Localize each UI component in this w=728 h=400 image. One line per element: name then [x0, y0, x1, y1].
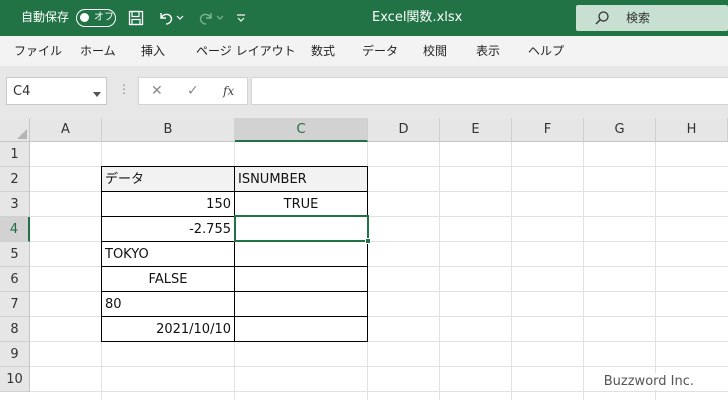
tab-formulas[interactable]: 数式 — [311, 43, 335, 59]
row-header-2[interactable]: 2 — [0, 167, 30, 192]
tab-review[interactable]: 校閲 — [423, 43, 447, 59]
search-placeholder: 検索 — [626, 11, 651, 25]
customize-toolbar-icon[interactable] — [234, 8, 248, 28]
name-box[interactable]: C4 — [6, 77, 107, 105]
gridline — [583, 142, 584, 400]
cell-b7[interactable]: 80 — [102, 292, 234, 317]
cell-b6[interactable]: FALSE — [102, 267, 234, 292]
row-header-9[interactable]: 9 — [0, 342, 30, 367]
table-border — [101, 316, 368, 317]
title-bar: 自動保存 オフ Excel関数.xlsx 検索 — [0, 0, 728, 36]
insert-function-button[interactable]: fx — [223, 83, 234, 99]
row-header-3[interactable]: 3 — [0, 192, 30, 217]
row-header-8[interactable]: 8 — [0, 317, 30, 342]
search-box[interactable]: 検索 — [576, 5, 728, 31]
gridline — [655, 142, 656, 400]
name-box-value: C4 — [13, 84, 31, 99]
autosave-label: 自動保存 — [21, 10, 70, 24]
redo-dropdown-icon[interactable] — [214, 8, 226, 28]
gridline — [439, 142, 440, 400]
formula-bar: C4 ⋮ ✕ ✓ fx — [0, 66, 728, 118]
search-icon — [594, 10, 610, 30]
formula-buttons: ✕ ✓ fx — [138, 77, 248, 105]
gridline — [30, 366, 728, 367]
formula-input[interactable] — [251, 77, 728, 105]
table-border — [101, 266, 368, 267]
cell-b2[interactable]: データ — [102, 167, 234, 192]
select-all-button[interactable] — [0, 118, 30, 142]
tab-file[interactable]: ファイル — [14, 43, 62, 59]
toggle-knob — [80, 13, 89, 22]
enter-check-icon[interactable]: ✓ — [187, 83, 199, 99]
column-header-h[interactable]: H — [656, 118, 728, 142]
fill-handle[interactable] — [365, 238, 371, 244]
row-header-5[interactable]: 5 — [0, 242, 30, 267]
tab-insert[interactable]: 挿入 — [141, 43, 165, 59]
cell-b3[interactable]: 150 — [102, 192, 234, 217]
watermark: Buzzword Inc. — [599, 373, 698, 390]
cell-b4[interactable]: -2.755 — [102, 217, 234, 242]
document-title: Excel関数.xlsx — [372, 10, 463, 25]
column-header-e[interactable]: E — [440, 118, 512, 142]
cell-b5[interactable]: TOKYO — [102, 242, 234, 267]
row-header-4[interactable]: 4 — [0, 217, 30, 242]
table-border — [101, 291, 368, 292]
tab-help[interactable]: ヘルプ — [528, 43, 564, 59]
column-header-f[interactable]: F — [512, 118, 584, 142]
row-header-6[interactable]: 6 — [0, 267, 30, 292]
ribbon-tabs: ファイル ホーム 挿入 ページ レイアウト 数式 データ 校閲 表示 ヘルプ — [0, 36, 728, 66]
cell-c3[interactable]: TRUE — [235, 192, 367, 217]
gridline — [30, 391, 728, 392]
vertical-dots-icon: ⋮ — [118, 82, 130, 96]
column-header-b[interactable]: B — [102, 118, 235, 142]
undo-icon[interactable] — [156, 8, 176, 28]
cell-b8[interactable]: 2021/10/10 — [102, 317, 234, 342]
tab-page-layout[interactable]: ページ レイアウト — [196, 43, 296, 59]
row-header-7[interactable]: 7 — [0, 292, 30, 317]
tab-home[interactable]: ホーム — [80, 43, 116, 59]
tab-data[interactable]: データ — [362, 43, 398, 59]
cell-c2[interactable]: ISNUMBER — [235, 167, 367, 192]
cancel-icon[interactable]: ✕ — [151, 83, 163, 99]
row-header-10[interactable]: 10 — [0, 367, 30, 392]
spreadsheet-grid: A B C D E F G H 1 2 3 4 5 6 7 8 9 10 データ… — [0, 118, 728, 400]
autosave-state: オフ — [94, 12, 114, 23]
column-header-a[interactable]: A — [30, 118, 102, 142]
autosave-toggle[interactable]: オフ — [76, 9, 116, 27]
gridline — [511, 142, 512, 400]
active-cell-selection[interactable] — [234, 215, 371, 244]
redo-icon[interactable] — [196, 8, 216, 28]
tab-view[interactable]: 表示 — [476, 43, 500, 59]
table-border — [101, 166, 368, 167]
column-header-c[interactable]: C — [235, 118, 368, 142]
undo-dropdown-icon[interactable] — [174, 8, 186, 28]
table-border — [101, 191, 368, 192]
row-header-1[interactable]: 1 — [0, 142, 30, 167]
table-border — [101, 341, 368, 342]
column-header-d[interactable]: D — [368, 118, 440, 142]
save-icon[interactable] — [126, 8, 146, 28]
chevron-down-icon[interactable] — [93, 87, 101, 102]
column-header-g[interactable]: G — [584, 118, 656, 142]
